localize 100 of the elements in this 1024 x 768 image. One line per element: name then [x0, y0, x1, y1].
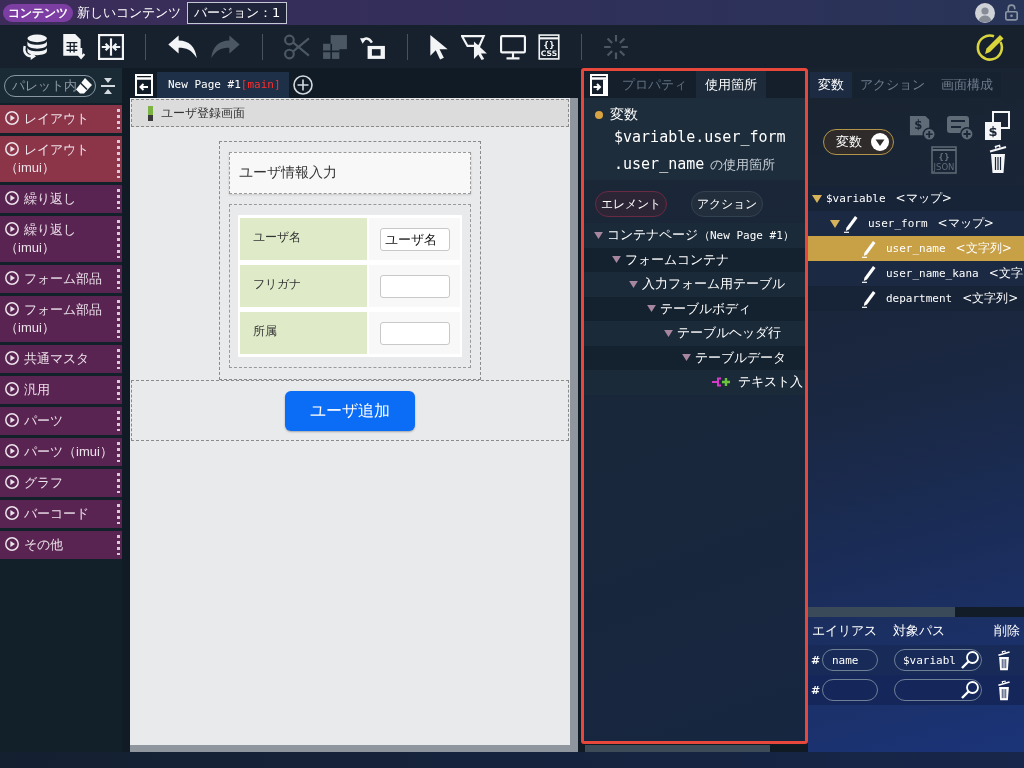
drag-handle-icon[interactable] [117, 411, 120, 431]
tree-item[interactable]: テーブルボディ [584, 296, 805, 321]
add-user-button[interactable]: ユーザ追加 [285, 391, 415, 431]
palette-category[interactable]: レイアウト [0, 105, 122, 133]
drag-handle-icon[interactable] [117, 535, 120, 555]
drag-handle-icon[interactable] [117, 140, 120, 178]
scope-dropdown[interactable]: 変数 [823, 129, 894, 155]
trash-icon[interactable] [997, 649, 1011, 671]
palette-category[interactable]: その他 [0, 531, 122, 559]
palette-category[interactable]: 繰り返し（imui） [0, 216, 122, 262]
filter-button[interactable]: エレメント [595, 191, 667, 217]
pointer-shape-icon[interactable] [461, 33, 488, 60]
database-icon[interactable] [22, 33, 48, 60]
panel-tab[interactable]: 使用箇所 [696, 71, 766, 98]
variable-item[interactable]: user_name_kana <文字 [808, 261, 1024, 286]
drag-handle-icon[interactable] [117, 504, 120, 524]
content-badge: コンテンツ [3, 3, 73, 22]
play-circle-icon [5, 191, 19, 205]
document-download-icon[interactable] [60, 33, 86, 60]
horizontal-scrollbar[interactable] [808, 607, 1024, 617]
palette-category[interactable]: グラフ [0, 469, 122, 497]
caret-icon[interactable] [830, 219, 840, 228]
text-input[interactable]: ユーザ名 [380, 228, 450, 251]
document-title: 新しいコンテンツ [77, 3, 181, 22]
palette-category[interactable]: バーコード [0, 500, 122, 528]
alias-field[interactable] [822, 679, 878, 701]
palette-category[interactable]: 共通マスタ [0, 345, 122, 373]
play-circle-icon [5, 382, 19, 396]
pointer-icon[interactable] [429, 33, 449, 60]
undo-icon[interactable] [167, 33, 198, 60]
caret-icon[interactable] [646, 305, 656, 313]
tree-item[interactable]: フォームコンテナ [584, 247, 805, 272]
search-icon[interactable] [961, 681, 979, 699]
label-cell: フリガナ [240, 265, 367, 307]
variable-item[interactable]: department <文字列> [808, 286, 1024, 311]
tree-item[interactable]: テーブルデータ [584, 345, 805, 370]
panel-tab[interactable]: 変数 [810, 72, 852, 98]
page-title: ユーザ登録画面 [161, 104, 245, 122]
drag-handle-icon[interactable] [117, 380, 120, 400]
play-circle-icon [5, 142, 19, 156]
drag-handle-icon[interactable] [117, 220, 120, 258]
avatar-icon[interactable] [975, 2, 995, 23]
drag-handle-icon[interactable] [117, 300, 120, 338]
play-circle-icon [5, 413, 19, 427]
palette-category[interactable]: フォーム部品（imui） [0, 296, 122, 342]
add-circle-icon[interactable] [292, 75, 313, 95]
drag-handle-icon[interactable] [117, 442, 120, 462]
page-tab[interactable]: New Page #1[main] [157, 72, 289, 98]
monitor-icon[interactable] [500, 33, 526, 60]
text-input[interactable] [380, 275, 450, 298]
pencil-icon [844, 214, 858, 233]
search-icon[interactable] [961, 651, 979, 669]
vertical-scrollbar[interactable] [570, 98, 578, 745]
play-circle-icon [5, 111, 19, 125]
text-input[interactable] [380, 322, 450, 345]
palette-category[interactable]: レイアウト（imui） [0, 136, 122, 182]
column-header: 対象パス [893, 622, 946, 640]
filter-button[interactable]: アクション [691, 191, 763, 217]
caret-icon[interactable] [594, 231, 603, 239]
drag-handle-icon[interactable] [117, 269, 120, 289]
drag-handle-icon[interactable] [117, 109, 120, 129]
caret-icon[interactable] [611, 256, 621, 264]
lock-icon[interactable] [1005, 4, 1018, 21]
caret-icon[interactable] [681, 354, 691, 362]
tree-item[interactable]: 入力フォーム用テーブル [584, 272, 805, 297]
variable-item[interactable]: user_form <マップ> [808, 211, 1024, 236]
tree-item[interactable]: テキスト入 [584, 370, 805, 395]
usage-suffix: の使用箇所 [710, 157, 776, 172]
play-circle-icon [5, 506, 19, 520]
row-marker: # [811, 653, 822, 667]
caret-icon[interactable] [664, 329, 673, 337]
panel-toggle-icon[interactable] [135, 74, 153, 96]
caret-icon[interactable] [812, 194, 822, 203]
label-cell: 所属 [240, 312, 367, 354]
palette-category[interactable]: パーツ [0, 407, 122, 435]
trash-icon[interactable] [988, 143, 1008, 174]
play-circle-icon [5, 351, 19, 365]
caret-icon[interactable] [629, 280, 638, 288]
drag-handle-icon[interactable] [117, 473, 120, 493]
palette-category[interactable]: パーツ（imui） [0, 438, 122, 466]
pencil-icon [862, 239, 876, 258]
pencil-icon [862, 289, 876, 308]
label-cell: ユーザ名 [240, 218, 367, 260]
trash-icon[interactable] [997, 679, 1011, 701]
horizontal-scrollbar[interactable] [130, 745, 578, 752]
drag-handle-icon[interactable] [117, 189, 120, 209]
palette-category[interactable]: フォーム部品 [0, 265, 122, 293]
version-label: バージョン：1 [187, 1, 288, 24]
palette-category[interactable]: 繰り返し [0, 185, 122, 213]
panel-toggle-icon[interactable] [590, 74, 608, 96]
tree-item[interactable]: コンテナページ（New Page #1） [584, 223, 805, 248]
collapse-icon[interactable] [100, 76, 116, 95]
split-arrows-icon[interactable] [98, 33, 124, 60]
tree-item[interactable]: テーブルヘッダ行 [584, 321, 805, 346]
alias-field[interactable]: name [822, 649, 878, 671]
pencil-circle-icon[interactable] [976, 31, 1006, 62]
palette-category[interactable]: 汎用 [0, 376, 122, 404]
row-marker: # [811, 683, 822, 697]
eraser-icon[interactable] [75, 76, 93, 95]
drag-handle-icon[interactable] [117, 349, 120, 369]
